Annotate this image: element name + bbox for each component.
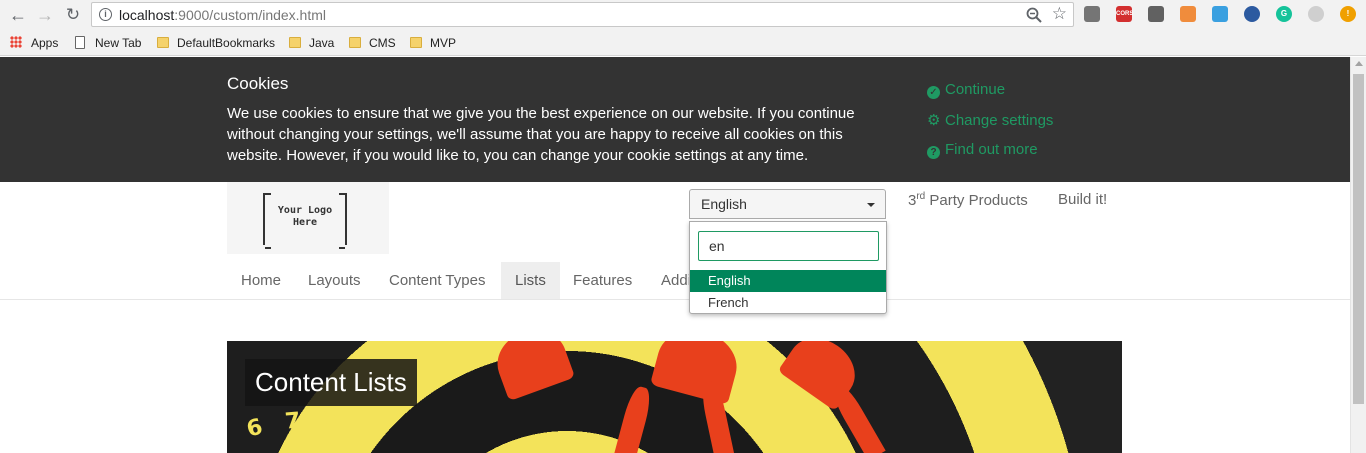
hero-title: Content Lists xyxy=(245,359,417,406)
folder-icon xyxy=(157,37,169,48)
dart-shape xyxy=(612,384,654,453)
bookmark-label: DefaultBookmarks xyxy=(177,36,276,50)
bookmark-label: Apps xyxy=(31,36,59,50)
third-party-rest: Party Products xyxy=(925,192,1028,209)
page-icon xyxy=(75,36,85,49)
apps-grid-icon xyxy=(10,36,22,48)
zoom-icon[interactable] xyxy=(1025,6,1043,24)
bookmark-label: MVP xyxy=(430,36,457,50)
dartboard-number: 7 xyxy=(283,408,302,435)
dart-shape xyxy=(488,341,576,402)
logo-line-2: Here xyxy=(292,217,318,228)
bookmark-label: Java xyxy=(309,36,335,50)
forward-arrow-icon[interactable]: → xyxy=(34,4,56,26)
folder-icon xyxy=(289,37,301,48)
halfmoon-icon[interactable] xyxy=(1308,6,1324,22)
cookie-text: We use cookies to ensure that we give yo… xyxy=(227,105,855,164)
folder-icon xyxy=(410,37,422,48)
site-logo[interactable]: Your Logo Here xyxy=(227,182,389,254)
warning-icon[interactable]: ! xyxy=(1340,6,1356,22)
check-circle-icon: ✓ xyxy=(927,86,940,99)
cookie-find-out-more-link[interactable]: ? Find out more xyxy=(927,141,1038,159)
language-search-input[interactable] xyxy=(698,231,879,261)
main-nav: Home Layouts Content Types Lists Feature… xyxy=(0,262,1350,300)
bookmark-apps[interactable]: Apps xyxy=(10,34,58,52)
nav-item-layouts[interactable]: Layouts xyxy=(294,262,375,299)
cookie-title: Cookies xyxy=(227,74,289,93)
snowflake-icon[interactable] xyxy=(1212,6,1228,22)
scrollbar-thumb[interactable] xyxy=(1353,74,1364,404)
info-icon[interactable]: i xyxy=(99,8,112,21)
bookmark-java[interactable]: Java xyxy=(289,34,334,52)
build-it-link[interactable]: Build it! xyxy=(1058,191,1107,208)
dart-shape xyxy=(828,381,886,453)
url-path: :9000/custom/index.html xyxy=(174,7,327,23)
caret-down-icon xyxy=(867,203,875,207)
url-host: localhost xyxy=(119,7,175,23)
question-circle-icon: ? xyxy=(927,146,940,159)
cookie-continue-link[interactable]: ✓ Continue xyxy=(927,81,1005,99)
language-option-french[interactable]: French xyxy=(690,292,886,314)
nav-item-features[interactable]: Features xyxy=(559,262,646,299)
nav-item-lists[interactable]: Lists xyxy=(501,262,560,299)
logo-bracket-frame: Your Logo Here xyxy=(263,193,347,249)
dart-shape xyxy=(649,341,745,406)
cors-icon[interactable]: CORS xyxy=(1116,6,1133,22)
dartboard-number: 8 xyxy=(323,405,339,430)
bookmark-defaultbookmarks[interactable]: DefaultBookmarks xyxy=(157,34,275,52)
page-viewport: Cookies We use cookies to ensure that we… xyxy=(0,57,1350,453)
reload-icon[interactable]: ↻ xyxy=(62,4,84,26)
url-text[interactable]: localhost:9000/custom/index.html xyxy=(119,7,326,23)
nav-item-home[interactable]: Home xyxy=(227,262,295,299)
bookmark-star-icon[interactable]: ☆ xyxy=(1052,4,1067,24)
third-party-sup: rd xyxy=(916,191,926,202)
bookmark-cms[interactable]: CMS xyxy=(349,34,396,52)
camera-icon[interactable] xyxy=(1084,6,1100,22)
dartboard-number: 6 xyxy=(244,414,266,443)
grammarly-icon[interactable]: G xyxy=(1276,6,1292,22)
hero-banner: 6 7 8 Content Lists xyxy=(227,341,1122,453)
globe-icon[interactable] xyxy=(1244,6,1260,22)
logo-text: Your Logo Here xyxy=(265,205,345,229)
logo-line-1: Your Logo xyxy=(277,205,333,216)
cookie-find-out-more-label: Find out more xyxy=(945,141,1038,158)
bookmarks-bar: Apps New Tab DefaultBookmarks Java CMS M… xyxy=(0,30,1366,56)
cookie-continue-label: Continue xyxy=(945,81,1006,98)
bookmark-label: New Tab xyxy=(95,36,142,50)
browser-toolbar: ← → ↻ i localhost:9000/custom/index.html… xyxy=(0,0,1366,30)
nav-item-content-types[interactable]: Content Types xyxy=(375,262,499,299)
third-party-products-link[interactable]: 3rd Party Products xyxy=(908,191,1028,209)
folder-icon xyxy=(349,37,361,48)
scroll-up-arrow-icon[interactable] xyxy=(1355,61,1363,66)
gear-icon: ⚙ xyxy=(927,112,941,129)
language-select[interactable]: English xyxy=(689,189,886,219)
cookie-banner: Cookies We use cookies to ensure that we… xyxy=(0,57,1350,182)
language-dropdown: English French xyxy=(689,221,887,314)
back-arrow-icon[interactable]: ← xyxy=(7,4,29,26)
cookie-change-settings-label: Change settings xyxy=(945,112,1054,129)
address-bar[interactable]: i localhost:9000/custom/index.html ☆ xyxy=(91,2,1074,27)
note-icon[interactable] xyxy=(1148,6,1164,22)
bookmark-new-tab[interactable]: New Tab xyxy=(75,34,141,52)
bookmark-mvp[interactable]: MVP xyxy=(410,34,456,52)
fox-icon[interactable] xyxy=(1180,6,1196,22)
page-scrollbar[interactable] xyxy=(1350,57,1366,453)
cookie-change-settings-link[interactable]: ⚙ Change settings xyxy=(927,111,1053,129)
bookmark-label: CMS xyxy=(369,36,396,50)
language-option-english[interactable]: English xyxy=(690,270,886,292)
language-selected-value: English xyxy=(701,196,747,212)
